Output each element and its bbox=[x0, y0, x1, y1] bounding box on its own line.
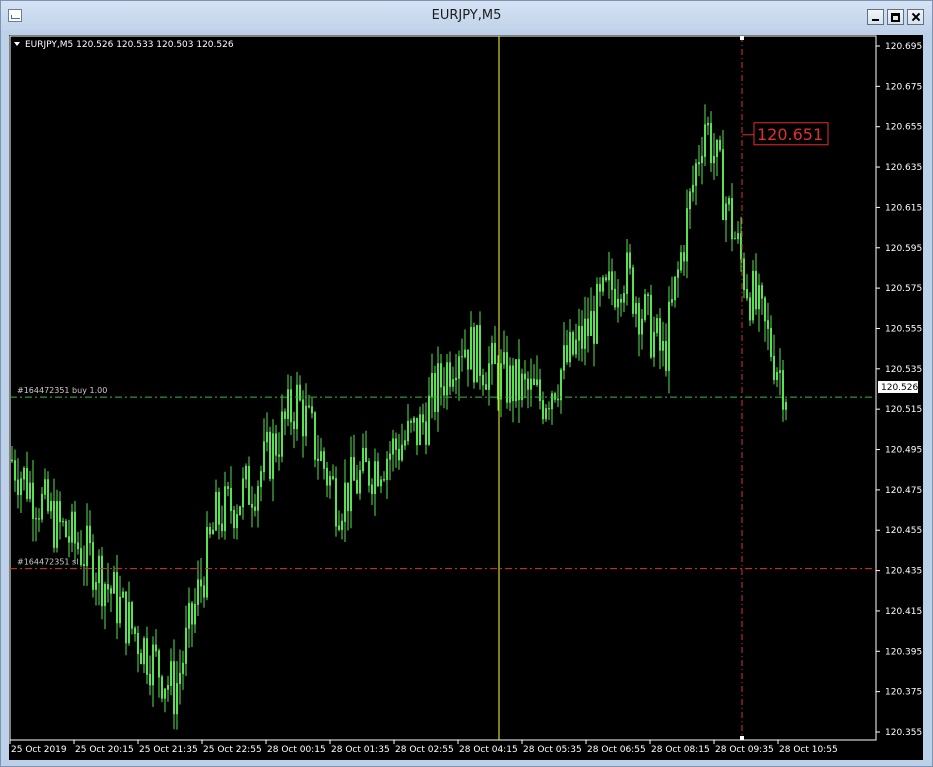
time-tick-label: 28 Oct 00:15 bbox=[267, 745, 326, 755]
price-tick-label: 120.535 bbox=[885, 365, 922, 375]
symbol-info: EURJPY,M5 120.526 120.533 120.503 120.52… bbox=[25, 40, 234, 50]
price-tick-label: 120.395 bbox=[885, 647, 922, 657]
price-tick-label: 120.475 bbox=[885, 486, 922, 496]
price-tick-label: 120.595 bbox=[885, 244, 922, 254]
time-tick-label: 28 Oct 01:35 bbox=[331, 745, 390, 755]
price-tick-label: 120.435 bbox=[885, 567, 922, 577]
time-tick-label: 28 Oct 10:55 bbox=[779, 745, 838, 755]
time-tick-label: 28 Oct 04:15 bbox=[459, 745, 518, 755]
price-tick-label: 120.675 bbox=[885, 82, 922, 92]
price-tick-label: 120.495 bbox=[885, 446, 922, 456]
price-chart[interactable]: #164472351 buy 1.00 #164472351 sl EURJPY,… bbox=[9, 35, 923, 760]
time-tick-label: 28 Oct 08:15 bbox=[651, 745, 710, 755]
title-bar[interactable]: EURJPY,M5 bbox=[1, 1, 932, 31]
chart-area[interactable]: #164472351 buy 1.00 #164472351 sl EURJPY,… bbox=[9, 35, 923, 760]
time-tick-label: 28 Oct 05:35 bbox=[523, 745, 582, 755]
maximize-button[interactable] bbox=[887, 9, 904, 25]
minimize-button[interactable] bbox=[867, 9, 884, 25]
close-button[interactable] bbox=[907, 9, 924, 25]
time-tick-label: 28 Oct 09:35 bbox=[715, 745, 774, 755]
window-title: EURJPY,M5 bbox=[431, 8, 502, 23]
time-tick-label: 28 Oct 02:55 bbox=[395, 745, 454, 755]
price-tick-label: 120.555 bbox=[885, 324, 922, 334]
price-tick-label: 120.635 bbox=[885, 163, 922, 173]
time-tick-label: 25 Oct 22:55 bbox=[203, 745, 262, 755]
price-tick-label: 120.415 bbox=[885, 607, 922, 617]
crosshair-price-label: 120.651 bbox=[757, 125, 823, 144]
crosshair-bottom-marker bbox=[740, 736, 744, 740]
price-tick-label: 120.695 bbox=[885, 42, 922, 52]
current-price-label: 120.526 bbox=[881, 383, 918, 393]
price-tick-label: 120.355 bbox=[885, 728, 922, 738]
stop-loss-label: #164472351 sl bbox=[17, 558, 78, 567]
price-tick-label: 120.375 bbox=[885, 688, 922, 698]
price-tick-label: 120.515 bbox=[885, 405, 922, 415]
time-tick-label: 25 Oct 20:15 bbox=[75, 745, 134, 755]
buy-order-label: #164472351 buy 1.00 bbox=[17, 386, 107, 395]
time-tick-label: 25 Oct 2019 bbox=[11, 745, 67, 755]
chart-menu-icon[interactable] bbox=[14, 42, 20, 46]
chart-window: EURJPY,M5 #164472351 buy 1.00 #164472351 … bbox=[0, 0, 933, 767]
price-tick-label: 120.455 bbox=[885, 526, 922, 536]
crosshair-top-marker bbox=[740, 36, 744, 40]
time-tick-label: 28 Oct 06:55 bbox=[587, 745, 646, 755]
candle-series bbox=[11, 104, 787, 730]
time-tick-label: 25 Oct 21:35 bbox=[139, 745, 198, 755]
price-tick-label: 120.615 bbox=[885, 203, 922, 213]
price-tick-label: 120.655 bbox=[885, 123, 922, 133]
price-tick-label: 120.575 bbox=[885, 284, 922, 294]
